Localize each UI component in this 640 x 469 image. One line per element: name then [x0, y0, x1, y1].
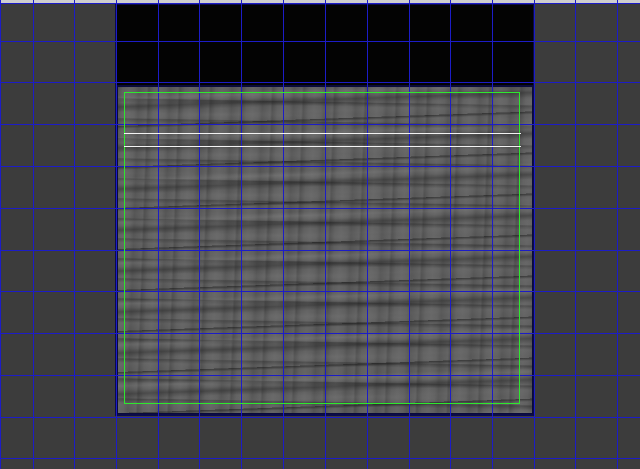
guide-line-lower[interactable] — [124, 146, 521, 147]
selection-rectangle[interactable] — [124, 92, 520, 404]
guide-line-upper[interactable] — [124, 133, 521, 134]
empty-void-region — [116, 3, 534, 85]
map-editor-viewport[interactable] — [0, 0, 640, 469]
